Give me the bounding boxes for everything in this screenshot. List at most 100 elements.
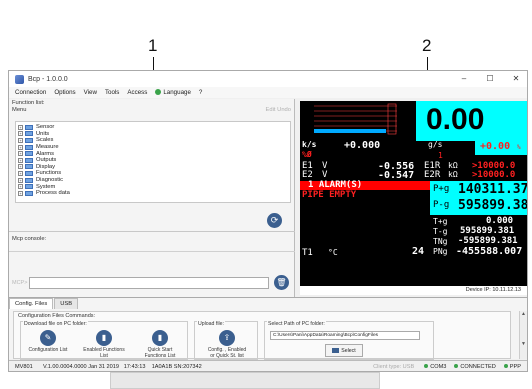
expand-icon[interactable]: + xyxy=(18,177,23,183)
globe-icon xyxy=(155,89,162,95)
tree-item[interactable]: + Display xyxy=(18,164,288,171)
expand-icon[interactable]: + xyxy=(18,190,23,196)
folder-icon xyxy=(25,170,33,176)
download-enabled-functions-button[interactable]: ▮ Enabled Functions List xyxy=(83,330,125,359)
tree-item-label: Units xyxy=(36,130,50,137)
row1-pct: % xyxy=(517,144,521,151)
expand-icon[interactable]: + xyxy=(18,164,23,170)
menu-connection[interactable]: Connection xyxy=(15,89,46,96)
menu-tools[interactable]: Tools xyxy=(105,89,119,96)
tree-item-label: Display xyxy=(36,163,56,170)
tree-item[interactable]: + Functions xyxy=(18,170,288,177)
pipe-empty-text: PIPE EMPTY xyxy=(302,190,357,200)
tree-item[interactable]: + Scales xyxy=(18,137,288,144)
menu-view[interactable]: View xyxy=(84,89,97,96)
row4-u: V xyxy=(322,170,328,180)
config-scrollbar[interactable]: ▲ ▼ xyxy=(519,311,527,359)
device-model: MV801 xyxy=(15,363,33,370)
folder-icon xyxy=(25,190,33,196)
t1-unit: °C xyxy=(328,248,338,257)
expand-icon[interactable]: + xyxy=(18,144,23,150)
title-bar: Bcp - 1.0.0.0 – ☐ ✕ xyxy=(9,71,527,87)
t1-value: 24 xyxy=(412,246,425,257)
download-group-label: Download file on PC folder: xyxy=(23,321,88,327)
pc-folder-path-input[interactable]: C:\Users\Pani\AppData\Roaming\Bcp\Config… xyxy=(270,331,420,340)
pminus-value: 595899.381 xyxy=(458,198,527,213)
pminus-label: P-g xyxy=(433,200,450,210)
path-group-label: Select Path of PC folder: xyxy=(267,321,326,327)
folder-icon xyxy=(25,157,33,163)
tree-item[interactable]: + System xyxy=(18,183,288,190)
upload-button[interactable]: ⇪ Config. , Enabled or Quick St. list xyxy=(206,330,248,359)
bar-chart-icon: ▮ xyxy=(152,330,168,346)
tree-item[interactable]: + Alarms xyxy=(18,150,288,157)
tree-item-label: Scales xyxy=(36,137,54,144)
tree-item[interactable]: + Units xyxy=(18,131,288,138)
close-button[interactable]: ✕ xyxy=(503,71,527,87)
menu-options[interactable]: Options xyxy=(54,89,75,96)
folder-icon xyxy=(25,177,33,183)
maximize-button[interactable]: ☐ xyxy=(477,71,503,87)
pn-value: -455588.007 xyxy=(456,246,523,257)
firmware-version: V.1.00.0004.0000 Jan 31 2019 17:43:13 1A… xyxy=(43,364,373,370)
expand-icon[interactable]: + xyxy=(18,157,23,163)
tree-item-label: Diagnostic xyxy=(36,177,64,184)
console-separator xyxy=(9,251,295,252)
select-folder-button[interactable]: Select xyxy=(325,344,363,357)
expand-icon[interactable]: + xyxy=(18,137,23,143)
alarm-text: 1 ALARM(S) xyxy=(308,180,363,190)
ppp-status: PPP xyxy=(503,363,521,370)
tree-item[interactable]: + Sensor xyxy=(18,124,288,131)
background-window-fragment xyxy=(110,372,380,389)
expand-icon[interactable]: + xyxy=(18,170,23,176)
console-input[interactable] xyxy=(29,277,269,289)
app-window: Bcp - 1.0.0.0 – ☐ ✕ Connection Options V… xyxy=(8,70,528,372)
menu-language-label: Language xyxy=(163,89,191,96)
upload-icon: ⇪ xyxy=(219,330,235,346)
row1-left: k/s xyxy=(302,140,317,149)
function-list-panel: Function list: Menu Edit Undo + Sensor + U… xyxy=(9,99,295,235)
tile-label: Configuration List xyxy=(28,347,68,353)
tab-config-files[interactable]: Config. Files xyxy=(9,298,54,309)
minimize-button[interactable]: – xyxy=(451,71,477,87)
menu-bar: Connection Options View Tools Access Lan… xyxy=(9,87,527,98)
ppp-label: PPP xyxy=(509,363,521,370)
tree-item[interactable]: + Process data xyxy=(18,190,288,197)
function-tree[interactable]: + Sensor + Units + Scales + Measure + Alarms … xyxy=(15,121,291,203)
menu-access[interactable]: Access xyxy=(127,89,147,96)
expand-icon[interactable]: + xyxy=(18,184,23,190)
status-dot-icon xyxy=(424,363,429,368)
row4-right: >10000.0 xyxy=(472,170,516,180)
config-panel: Config. Files USB Configuration Files Co… xyxy=(9,297,527,360)
select-label: Select xyxy=(341,348,356,354)
download-configuration-button[interactable]: ✎ Configuration List xyxy=(27,330,69,354)
folder-icon xyxy=(25,151,33,157)
version-time: 17:43:13 xyxy=(123,363,146,370)
clear-console-button[interactable]: 🗑 xyxy=(274,275,289,290)
menu-language[interactable]: Language xyxy=(155,89,191,96)
tminus-label: T-g xyxy=(433,227,448,236)
expand-icon[interactable]: + xyxy=(18,151,23,157)
status-bar: MV801 V.1.00.0004.0000 Jan 31 2019 17:43… xyxy=(9,360,527,371)
background-window-text xyxy=(111,373,379,379)
expand-icon[interactable]: + xyxy=(18,131,23,137)
menu-actions[interactable]: Edit Undo xyxy=(266,107,291,113)
menu-help[interactable]: ? xyxy=(199,89,202,96)
refresh-button[interactable]: ⟳ xyxy=(267,213,282,228)
pn-label: PNg xyxy=(433,247,448,256)
tn-label: TNg xyxy=(433,237,448,246)
config-commands-box: Configuration Files Commands: Download f… xyxy=(13,311,511,360)
tile-label: Enabled Functions List xyxy=(83,347,125,359)
tree-item[interactable]: + Outputs xyxy=(18,157,288,164)
expand-icon[interactable]: + xyxy=(18,124,23,130)
tab-usb[interactable]: USB xyxy=(54,298,79,309)
com-port-status: COM3 xyxy=(424,363,446,370)
folder-icon xyxy=(25,164,33,170)
console-prompt: MCP> xyxy=(12,280,28,286)
download-quick-start-button[interactable]: ▮ Quick Start Functions List xyxy=(139,330,181,359)
callout-1: 1 xyxy=(148,36,158,55)
document-edit-icon: ✎ xyxy=(40,330,56,346)
tree-item[interactable]: + Measure xyxy=(18,144,288,151)
tree-item[interactable]: + Diagnostic xyxy=(18,177,288,184)
console-panel: Mcp console: MCP> 🗑 xyxy=(9,235,295,297)
